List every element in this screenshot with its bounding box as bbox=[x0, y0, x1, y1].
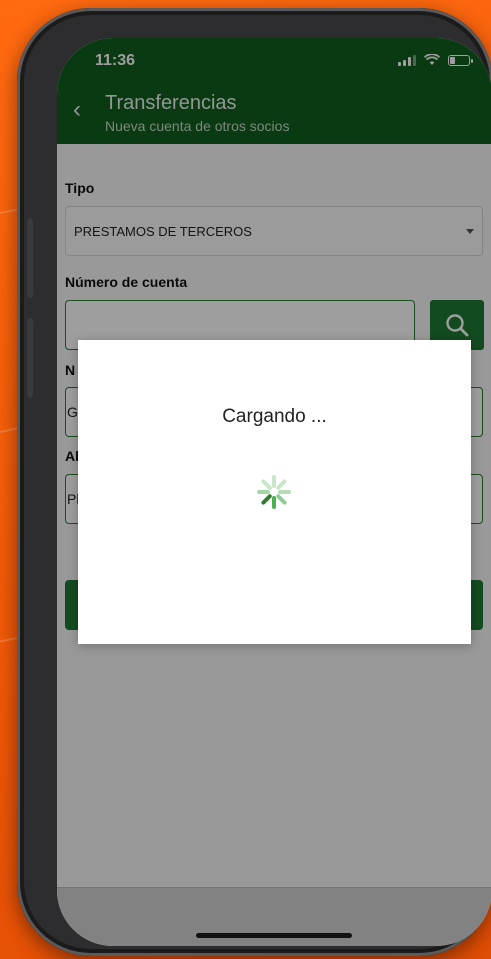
phone-screen: 11:36 ‹ Transferencias Nueva cuenta de o… bbox=[57, 38, 491, 946]
loading-text: Cargando ... bbox=[222, 406, 327, 427]
home-indicator[interactable] bbox=[196, 933, 352, 938]
loading-dialog: Cargando ... bbox=[78, 340, 471, 644]
side-button bbox=[27, 318, 33, 398]
phone-frame: 11:36 ‹ Transferencias Nueva cuenta de o… bbox=[17, 8, 491, 956]
loading-spinner-icon bbox=[257, 475, 291, 509]
side-button bbox=[27, 218, 33, 298]
bottom-bar bbox=[57, 887, 491, 946]
